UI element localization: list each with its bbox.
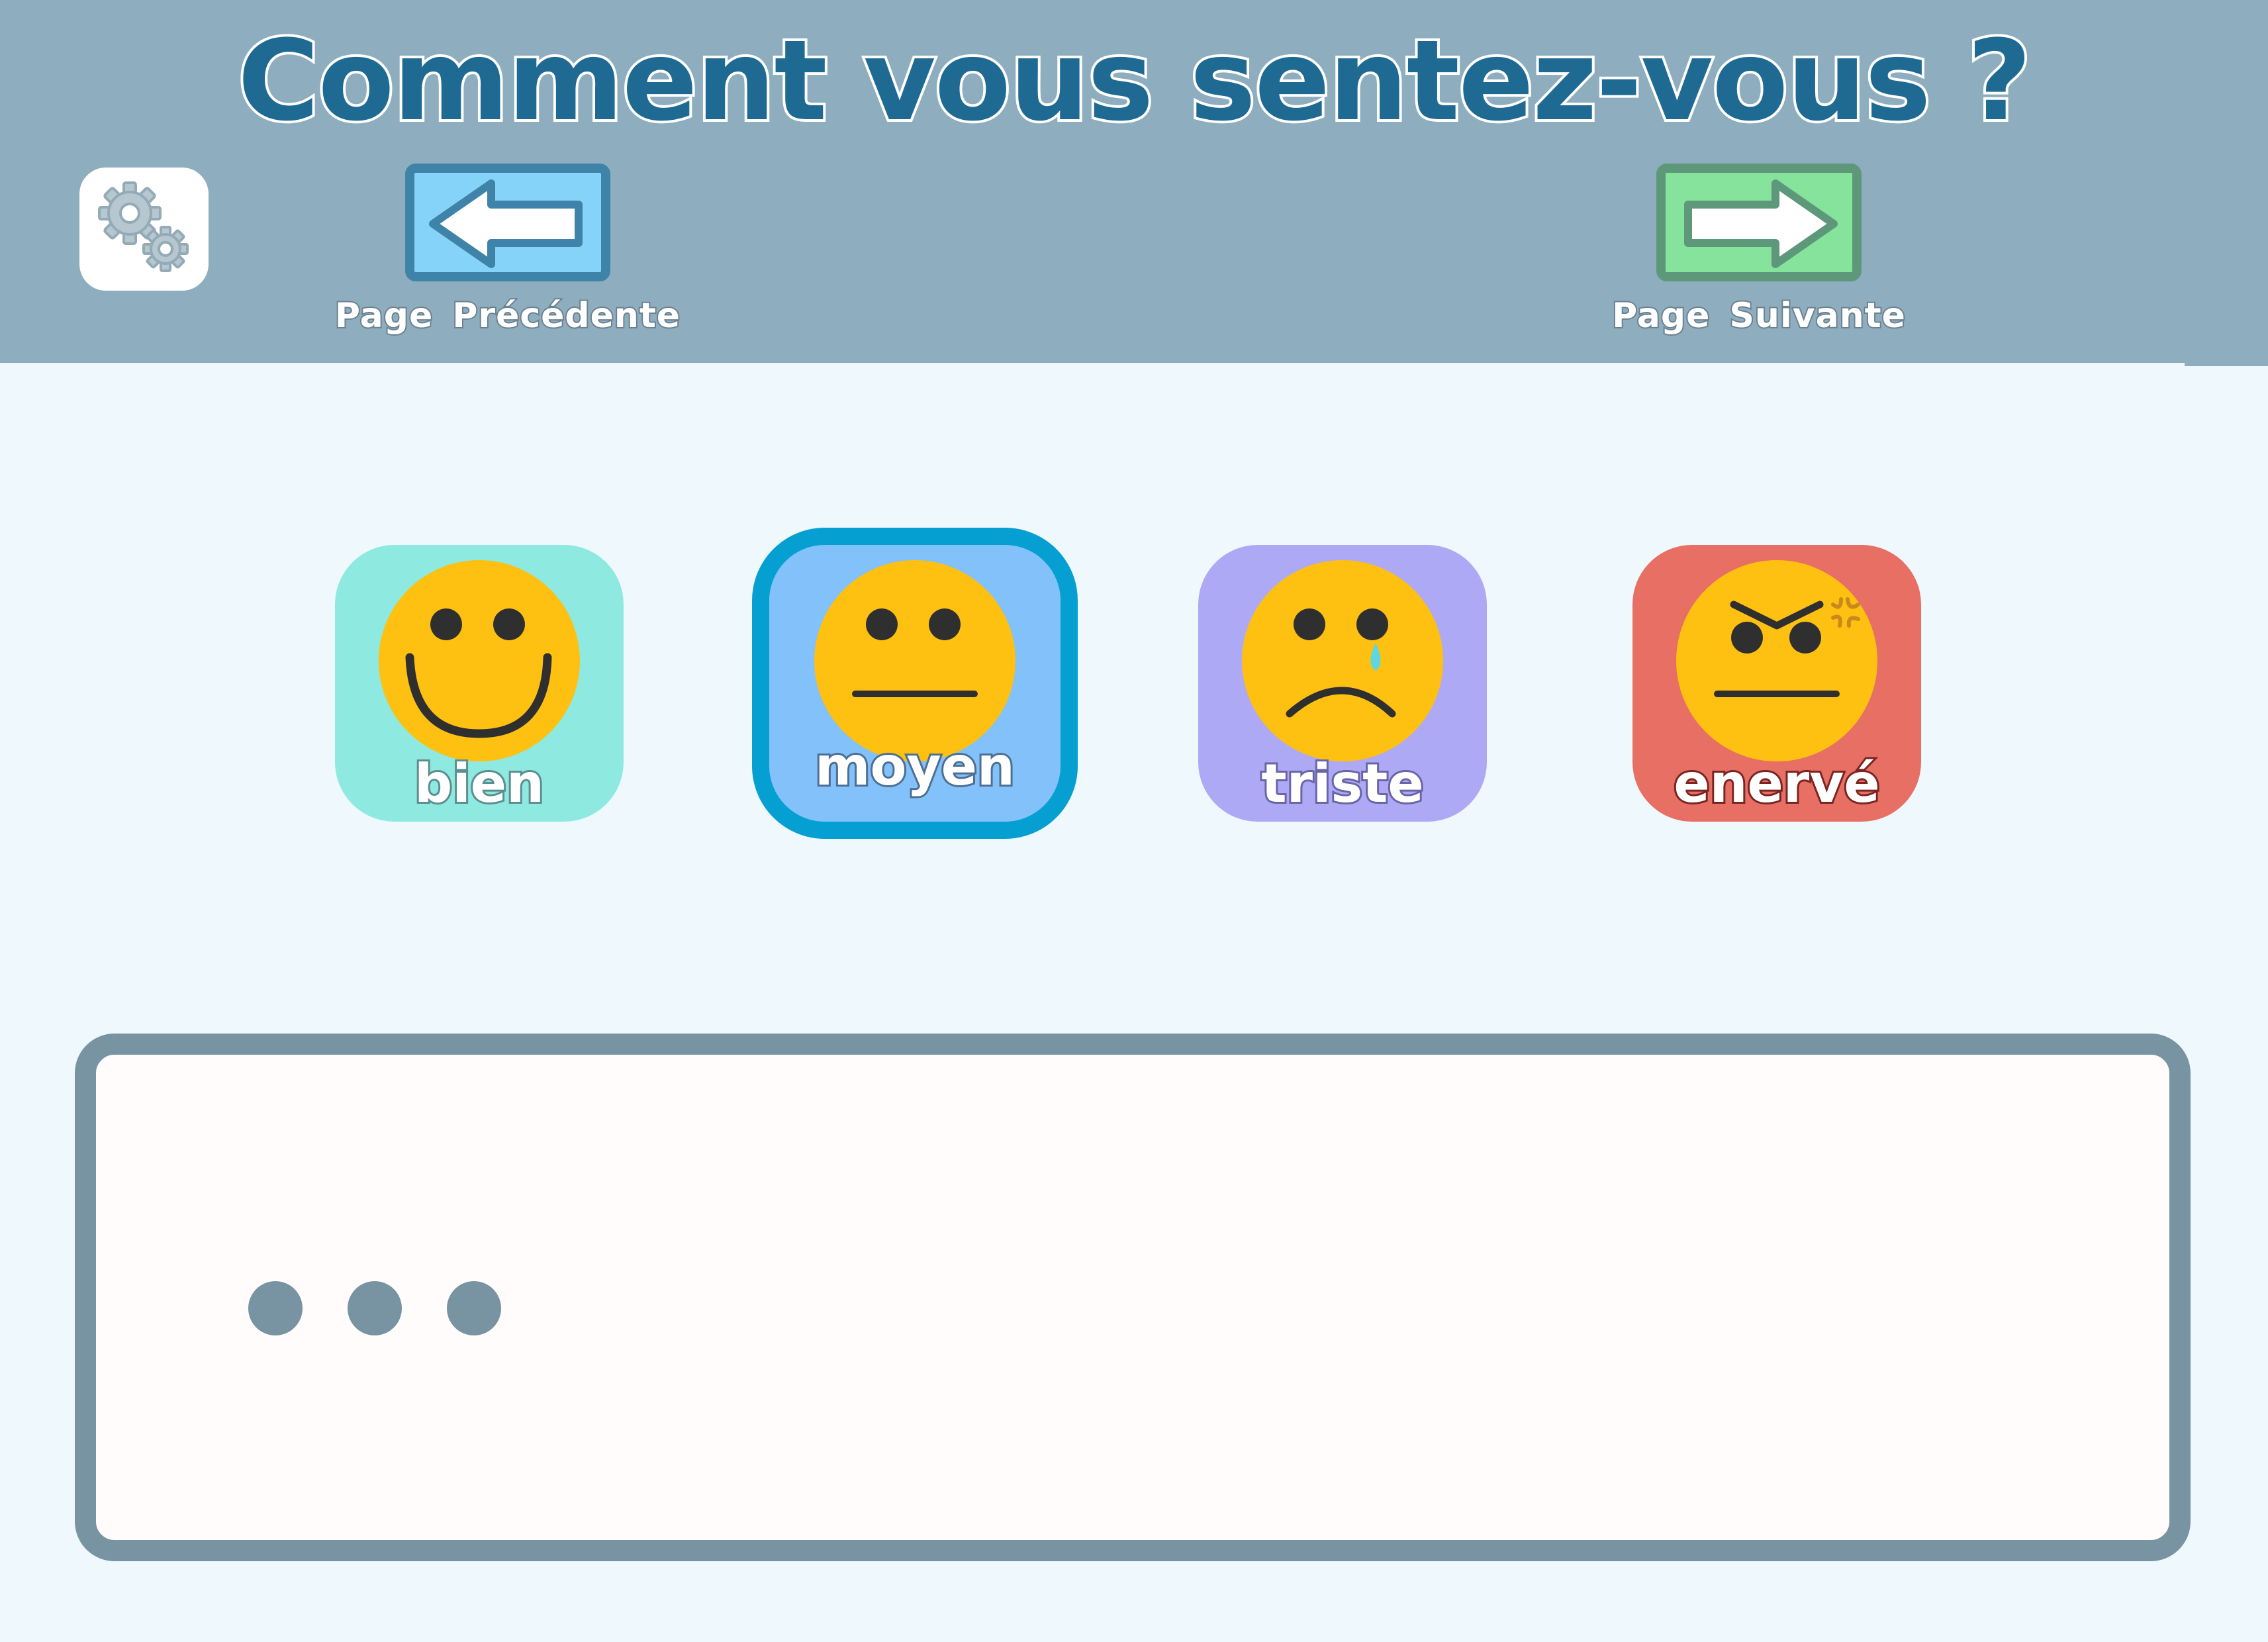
page-title: Comment vous sentez-vous ? [235, 13, 2034, 148]
mood-button-triste[interactable]: triste [1198, 545, 1487, 822]
typing-dot [248, 1281, 303, 1335]
sad-face-icon [1242, 560, 1443, 761]
mood-label: triste [1259, 752, 1425, 816]
previous-page-label: Page Précédente [334, 295, 681, 337]
mood-label: enervé [1672, 752, 1881, 816]
gears-icon [98, 181, 189, 272]
mood-button-moyen[interactable]: moyen [752, 528, 1078, 839]
next-page-label: Page Suivante [1611, 295, 1907, 337]
settings-button[interactable] [79, 168, 209, 291]
mood-button-bien[interactable]: bien [335, 545, 624, 822]
angry-face-icon [1676, 560, 1877, 761]
arrow-left-icon [429, 179, 583, 268]
mood-button-enerve[interactable]: enervé [1632, 545, 1921, 822]
message-display[interactable] [75, 1034, 2191, 1561]
typing-dot [348, 1281, 402, 1335]
happy-face-icon [379, 560, 580, 761]
typing-dot [447, 1281, 501, 1335]
top-bar-edge [2185, 361, 2268, 366]
arrow-right-icon [1684, 179, 1838, 268]
mood-label: bien [412, 752, 546, 816]
mood-label: moyen [813, 735, 1017, 798]
neutral-face-icon [814, 560, 1016, 761]
